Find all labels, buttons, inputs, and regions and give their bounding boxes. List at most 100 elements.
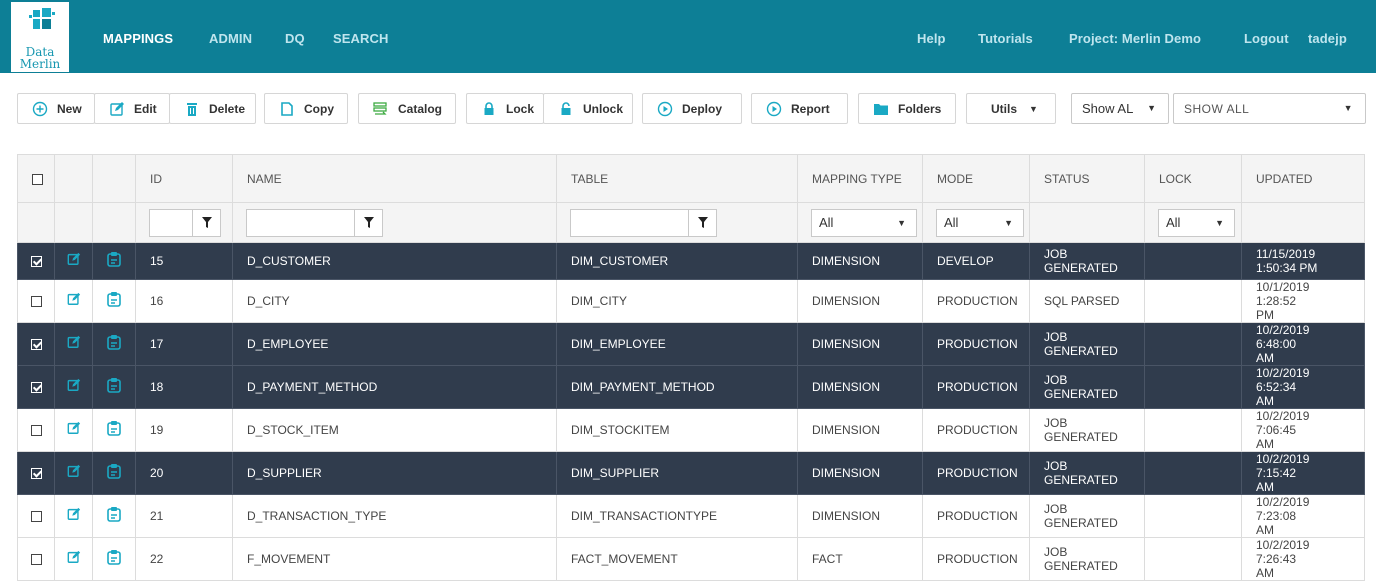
lock-button[interactable]: Lock <box>466 93 544 124</box>
row-checkbox[interactable] <box>30 296 42 308</box>
clipboard-icon[interactable] <box>106 506 122 525</box>
filter-funnel-icon[interactable] <box>354 209 382 236</box>
table-row[interactable]: 20 D_SUPPLIER DIM_SUPPLIER DIMENSION PRO… <box>17 450 1365 495</box>
filter-empty <box>92 202 136 243</box>
edit-row-icon[interactable] <box>67 464 81 481</box>
select-all-checkbox[interactable] <box>32 173 43 185</box>
data-merlin-logo[interactable]: Data Merlin <box>11 2 69 72</box>
filter-funnel-icon[interactable] <box>688 209 716 236</box>
cell-mapping-type: DIMENSION <box>797 364 923 409</box>
row-checkbox[interactable] <box>30 339 42 351</box>
clipboard-icon[interactable] <box>106 463 122 482</box>
filter-funnel-icon[interactable] <box>192 209 220 236</box>
table-row[interactable]: 15 D_CUSTOMER DIM_CUSTOMER DIMENSION DEV… <box>17 242 1365 280</box>
row-checkbox[interactable] <box>30 382 42 394</box>
edit-row-icon[interactable] <box>67 335 81 352</box>
row-checkbox[interactable] <box>30 256 42 268</box>
cell-status: SQL PARSED <box>1029 278 1145 323</box>
cell-name: F_MOVEMENT <box>232 536 557 581</box>
cell-updated: 10/2/2019 6:48:00 AM <box>1241 321 1365 366</box>
row-checkbox[interactable] <box>30 425 42 437</box>
table-row[interactable]: 22 F_MOVEMENT FACT_MOVEMENT FACT PRODUCT… <box>17 536 1365 581</box>
header-mode[interactable]: MODE <box>922 154 1030 203</box>
cell-lock <box>1144 450 1242 495</box>
catalog-button[interactable]: Catalog <box>358 93 456 124</box>
name-filter-input[interactable] <box>246 208 383 237</box>
nav-admin[interactable]: ADMIN <box>209 31 252 46</box>
cell-status2: GENERATED <box>1044 558 1118 573</box>
header-id[interactable]: ID <box>135 154 233 203</box>
row-checkbox[interactable] <box>30 511 42 523</box>
show-all-select[interactable]: SHOW ALL ▼ <box>1173 93 1366 124</box>
table-filter-input[interactable] <box>570 208 717 237</box>
deploy-button[interactable]: Deploy <box>642 93 742 124</box>
clipboard-icon[interactable] <box>106 251 122 270</box>
edit-row-icon[interactable] <box>67 252 81 269</box>
cell-mode: PRODUCTION <box>922 321 1030 366</box>
report-button[interactable]: Report <box>751 93 848 124</box>
row-checkbox[interactable] <box>30 468 42 480</box>
cell-name: D_CUSTOMER <box>232 242 557 280</box>
copy-button[interactable]: Copy <box>264 93 348 124</box>
header-lock[interactable]: LOCK <box>1144 154 1242 203</box>
header-table[interactable]: TABLE <box>556 154 798 203</box>
cell-name: D_PAYMENT_METHOD <box>232 364 557 409</box>
row-checkbox[interactable] <box>30 554 42 566</box>
cell-mode: DEVELOP <box>922 242 1030 280</box>
nav-project[interactable]: Project: Merlin Demo <box>1069 31 1201 46</box>
cell-status2: GENERATED <box>1044 343 1118 358</box>
mapping-type-filter-select[interactable]: All ▼ <box>811 208 917 237</box>
nav-mappings[interactable]: MAPPINGS <box>103 31 173 46</box>
cell-lock <box>1144 536 1242 581</box>
nav-dq[interactable]: DQ <box>285 31 305 46</box>
filter-empty <box>17 202 55 243</box>
nav-user[interactable]: tadejp <box>1308 31 1347 46</box>
cell-id: 20 <box>135 450 233 495</box>
nav-logout[interactable]: Logout <box>1244 31 1289 46</box>
new-button[interactable]: New <box>17 93 95 124</box>
lock-filter-select[interactable]: All ▼ <box>1158 208 1235 237</box>
mode-filter-select[interactable]: All ▼ <box>936 208 1024 237</box>
utils-dropdown[interactable]: Utils ▼ <box>966 93 1056 124</box>
clipboard-icon[interactable] <box>106 549 122 568</box>
cell-id: 17 <box>135 321 233 366</box>
cell-name: D_EMPLOYEE <box>232 321 557 366</box>
id-filter-input[interactable] <box>149 208 221 237</box>
clipboard-icon[interactable] <box>106 291 122 310</box>
cell-upd2: AM <box>1256 350 1274 365</box>
lock-filter-value: All <box>1166 214 1181 230</box>
table-row[interactable]: 19 D_STOCK_ITEM DIM_STOCKITEM DIMENSION … <box>17 407 1365 452</box>
table-row[interactable]: 17 D_EMPLOYEE DIM_EMPLOYEE DIMENSION PRO… <box>17 321 1365 366</box>
table-row[interactable]: 18 D_PAYMENT_METHOD DIM_PAYMENT_METHOD D… <box>17 364 1365 409</box>
clipboard-icon[interactable] <box>106 420 122 439</box>
clipboard-icon[interactable] <box>106 334 122 353</box>
header-updated[interactable]: UPDATED <box>1241 154 1365 203</box>
header-mapping-type[interactable]: MAPPING TYPE <box>797 154 923 203</box>
unlock-button[interactable]: Unlock <box>543 93 633 124</box>
edit-button[interactable]: Edit <box>94 93 170 124</box>
cell-status: JOB GENERATED <box>1029 364 1145 409</box>
header-status[interactable]: STATUS <box>1029 154 1145 203</box>
cell-status1: JOB <box>1044 501 1068 516</box>
table-row[interactable]: 21 D_TRANSACTION_TYPE DIM_TRANSACTIONTYP… <box>17 493 1365 538</box>
nav-search[interactable]: SEARCH <box>333 31 389 46</box>
cell-upd2: AM <box>1256 522 1274 537</box>
folders-button[interactable]: Folders <box>858 93 956 124</box>
edit-row-icon[interactable] <box>67 507 81 524</box>
clipboard-icon[interactable] <box>106 377 122 396</box>
table-row[interactable]: 16 D_CITY DIM_CITY DIMENSION PRODUCTION … <box>17 278 1365 323</box>
edit-row-icon[interactable] <box>67 550 81 567</box>
edit-row-icon[interactable] <box>67 421 81 438</box>
cell-updated: 10/2/2019 6:52:34 AM <box>1241 364 1365 409</box>
show-filter-select[interactable]: Show AL ▼ <box>1071 93 1169 124</box>
cell-status: JOB GENERATED <box>1029 321 1145 366</box>
edit-row-icon[interactable] <box>67 292 81 309</box>
delete-button[interactable]: Delete <box>169 93 256 124</box>
nav-help[interactable]: Help <box>917 31 946 46</box>
cell-lock <box>1144 364 1242 409</box>
edit-row-icon[interactable] <box>67 378 81 395</box>
header-name[interactable]: NAME <box>232 154 557 203</box>
cell-lock <box>1144 493 1242 538</box>
nav-tutorials[interactable]: Tutorials <box>978 31 1033 46</box>
cell-table: DIM_TRANSACTIONTYPE <box>556 493 798 538</box>
